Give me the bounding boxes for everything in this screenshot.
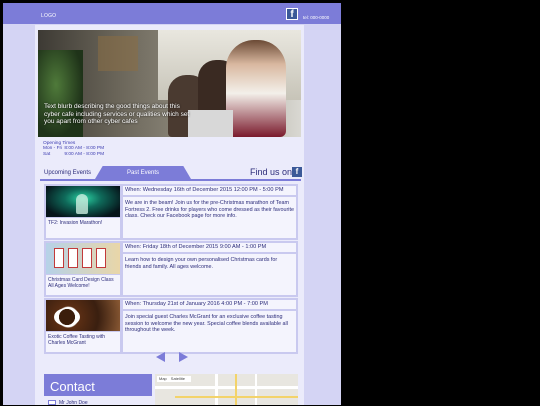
event-when: When: Wednesday 16th of December 2015 12… <box>123 186 296 195</box>
map-type-satellite[interactable]: Satellite <box>171 376 185 382</box>
contact-box: Contact Mr John Doe <box>44 374 152 406</box>
event-thumbnail <box>46 300 120 331</box>
facebook-icon[interactable]: f <box>292 167 302 177</box>
contact-heading: Contact <box>50 379 95 394</box>
event-thumbnail <box>46 243 120 274</box>
tab-past-events[interactable]: Past Events <box>95 166 191 179</box>
hours-row: Sat 9:00 AM - 8:00 PM <box>43 152 104 157</box>
tab-divider <box>40 179 301 181</box>
thumbnail-card <box>54 248 64 268</box>
map-embed[interactable]: Map Satellite <box>155 374 298 405</box>
tab-past-label: Past Events <box>126 170 159 176</box>
thumbnail-card <box>82 248 92 268</box>
map-road-major <box>235 374 237 405</box>
top-bar: LOGO f tel: 000-0000 <box>3 3 341 24</box>
thumbnail-cup <box>54 308 80 326</box>
arrow-left-icon[interactable] <box>156 352 165 362</box>
thumbnail-figure <box>76 194 88 214</box>
hero-laptop <box>188 110 233 137</box>
hero-shelf <box>98 36 138 71</box>
map-road <box>155 386 298 389</box>
thumbnail-card <box>68 248 78 268</box>
event-description: Join special guest Charles McGrant for a… <box>123 311 296 352</box>
phone-number: tel: 000-0000 <box>303 15 330 20</box>
event-when: When: Thursday 21st of January 2016 4:00… <box>123 300 296 309</box>
map-type-controls: Map Satellite <box>157 376 192 382</box>
event-thumbnail <box>46 186 120 217</box>
hero-person <box>226 40 286 137</box>
event-caption: TF2: Invasion Marathon! <box>46 218 120 238</box>
event-card[interactable]: TF2: Invasion Marathon! When: Wednesday … <box>44 184 298 240</box>
event-card[interactable]: Exotic Coffee Tasting with Charles McGra… <box>44 298 298 354</box>
event-description: Learn how to design your own personalise… <box>123 254 296 295</box>
map-road <box>255 374 257 405</box>
event-caption: Christmas Card Design Class All Ages Wel… <box>46 275 120 295</box>
arrow-right-icon[interactable] <box>179 352 188 362</box>
event-card[interactable]: Christmas Card Design Class All Ages Wel… <box>44 241 298 297</box>
map-road <box>215 374 218 405</box>
tab-upcoming-events[interactable]: Upcoming Events <box>44 170 91 176</box>
map-type-map[interactable]: Map <box>159 376 167 382</box>
hero-blurb: Text blurb describing the good things ab… <box>44 103 190 125</box>
logo[interactable]: LOGO <box>41 13 56 19</box>
find-us-label: Find us on <box>250 167 293 177</box>
event-when: When: Friday 18th of December 2015 9:00 … <box>123 243 296 252</box>
hours-days: Sat <box>43 151 51 157</box>
thumbnail-card <box>96 248 106 268</box>
facebook-icon[interactable]: f <box>286 8 298 20</box>
event-caption: Exotic Coffee Tasting with Charles McGra… <box>46 332 120 352</box>
contact-name: Mr John Doe <box>59 400 88 406</box>
opening-times: Opening Times Mon - Fri 8:00 AM - 8:00 P… <box>43 141 104 157</box>
event-description: We are in the beam! Join us for the pre-… <box>123 197 296 238</box>
event-pagination <box>156 352 188 362</box>
hours-time: 9:00 AM - 8:00 PM <box>64 151 105 157</box>
mail-icon <box>48 400 56 405</box>
